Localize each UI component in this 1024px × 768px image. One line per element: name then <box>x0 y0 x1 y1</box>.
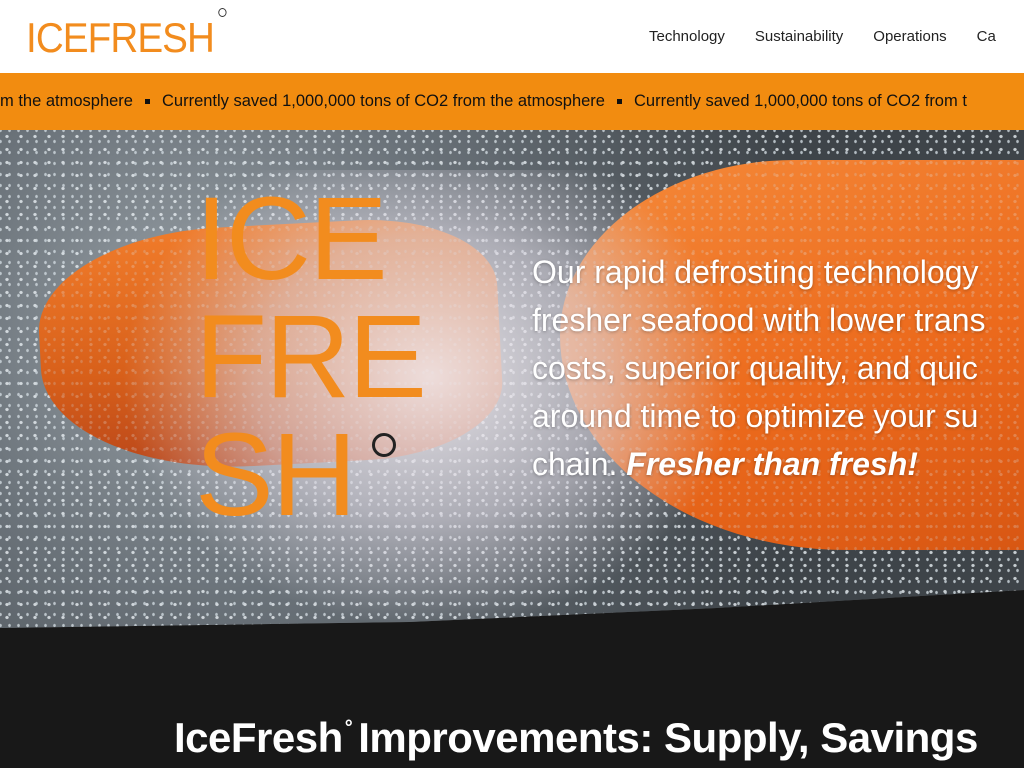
hero-logo: ICE FRE SH <box>195 173 427 541</box>
nav-technology[interactable]: Technology <box>649 28 725 45</box>
nav-sustainability[interactable]: Sustainability <box>755 28 843 45</box>
ticker-item: m the atmosphere <box>0 92 162 111</box>
bullet-icon <box>616 99 622 104</box>
hero-text: Our rapid defrosting technology fresher … <box>532 254 986 482</box>
hero-banner: ICE FRE SH Our rapid defrosting technology… <box>0 130 1024 628</box>
section-heading: IceFresh ° Improvements: Supply, Savings <box>174 714 978 761</box>
site-header: ICEFRESH Technology Sustainability Opera… <box>0 0 1024 73</box>
degree-icon <box>372 433 396 457</box>
degree-icon <box>218 8 227 17</box>
main-nav: Technology Sustainability Operations Ca <box>649 28 996 45</box>
nav-item-cut[interactable]: Ca <box>977 28 996 45</box>
logo-text: ICEFRESH <box>26 14 215 61</box>
co2-ticker: m the atmosphere Currently saved 1,000,0… <box>0 73 1024 130</box>
ticker-item: Currently saved 1,000,000 tons of CO2 fr… <box>633 92 967 110</box>
ticker-item: Currently saved 1,000,000 tons of CO2 fr… <box>162 92 634 111</box>
bullet-icon <box>144 99 150 104</box>
logo[interactable]: ICEFRESH <box>26 8 227 62</box>
nav-operations[interactable]: Operations <box>873 28 946 45</box>
tagline: Fresher than fresh! <box>626 446 918 482</box>
